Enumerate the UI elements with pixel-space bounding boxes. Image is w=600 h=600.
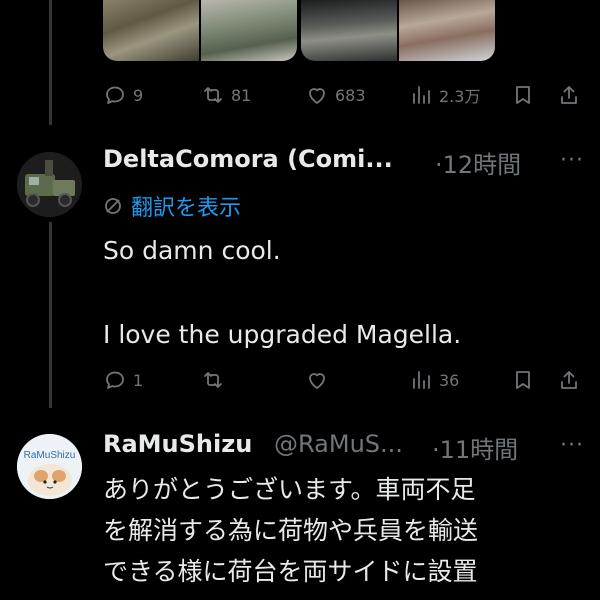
- translate-link[interactable]: 翻訳を表示: [103, 190, 241, 222]
- bookmark-button[interactable]: [511, 365, 535, 395]
- bookmark-icon: [516, 86, 530, 104]
- reply-count: 1: [133, 370, 144, 390]
- reply-icon: [106, 371, 124, 389]
- views-button[interactable]: 2.3万: [409, 80, 480, 110]
- media-group-left[interactable]: [103, 0, 297, 61]
- reply-button[interactable]: 1: [103, 365, 143, 395]
- media-image[interactable]: [399, 0, 495, 61]
- media-image[interactable]: [201, 0, 297, 61]
- reply-count: 9: [133, 85, 144, 105]
- bookmark-button[interactable]: [511, 80, 535, 110]
- reply-actions: 1 36: [103, 365, 585, 395]
- retweet-button[interactable]: [201, 365, 225, 395]
- reply-icon: [106, 86, 124, 104]
- tweet-media[interactable]: [103, 0, 585, 61]
- retweet-button[interactable]: 81: [201, 80, 251, 110]
- retweet-count: 81: [231, 85, 252, 105]
- retweet-icon: [204, 372, 222, 388]
- reply-text-line: できる様に荷台を両サイドに設置: [103, 557, 478, 586]
- views-button[interactable]: 36: [409, 365, 459, 395]
- reply-text-line: ありがとうございます。車両不足: [103, 475, 476, 504]
- cat-avatar-image: RaMuShizu: [17, 434, 82, 499]
- views-count: 2.3万: [439, 87, 481, 106]
- translate-label[interactable]: 翻訳を表示: [131, 190, 241, 222]
- views-icon: [413, 371, 430, 389]
- author-name[interactable]: RaMuShizu: [103, 430, 252, 458]
- timestamp[interactable]: ·11時間: [432, 430, 518, 465]
- media-image[interactable]: [301, 0, 397, 61]
- avatar[interactable]: [17, 152, 82, 217]
- like-button[interactable]: 683: [305, 80, 366, 110]
- like-icon: [309, 373, 325, 389]
- like-count: 683: [335, 85, 366, 105]
- reply-text-line: I love the upgraded Magella.: [103, 320, 462, 349]
- avatar[interactable]: RaMuShizu: [17, 434, 82, 499]
- share-button[interactable]: [557, 365, 581, 395]
- thread-line-top: [49, 0, 52, 125]
- more-options-button[interactable]: ···: [560, 433, 584, 458]
- reply-text-line: So damn cool.: [103, 236, 281, 265]
- tweet-actions: 9 81 683 2.3万: [103, 80, 585, 110]
- avatar-logo-text: RaMuShizu: [24, 450, 76, 461]
- media-group-right[interactable]: [301, 0, 495, 61]
- retweet-icon: [204, 87, 222, 103]
- share-button[interactable]: [557, 80, 581, 110]
- like-button[interactable]: [305, 365, 329, 395]
- more-options-button[interactable]: ···: [560, 148, 584, 173]
- views-count: 36: [439, 370, 460, 390]
- share-icon: [561, 86, 577, 104]
- author-handle[interactable]: @RaMuS...: [274, 430, 403, 458]
- vehicle-avatar-image: [17, 152, 82, 217]
- reply-button[interactable]: 9: [103, 80, 143, 110]
- author-name[interactable]: DeltaComora (Comi...: [103, 145, 393, 173]
- translate-icon: [105, 198, 121, 214]
- bookmark-icon: [516, 371, 530, 389]
- like-icon: [309, 88, 325, 104]
- share-icon: [561, 371, 577, 389]
- reply-text-line: を解消する為に荷物や兵員を輸送: [103, 516, 479, 545]
- timestamp[interactable]: ·12時間: [435, 145, 521, 180]
- media-image[interactable]: [103, 0, 199, 61]
- thread-line-middle: [49, 222, 52, 408]
- views-icon: [413, 86, 430, 104]
